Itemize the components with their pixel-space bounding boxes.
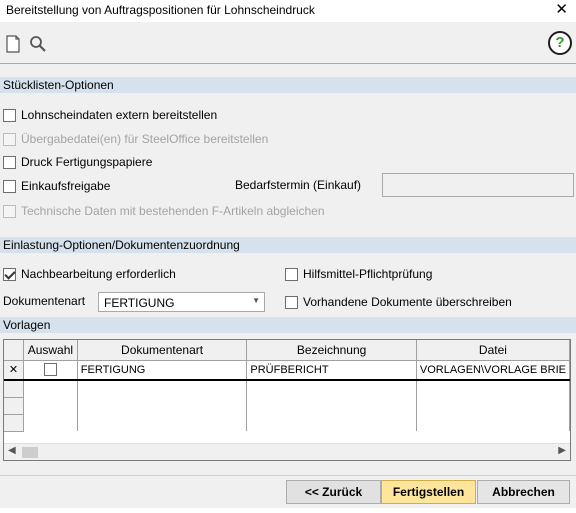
auswahl-cell[interactable] xyxy=(23,359,78,381)
checkbox xyxy=(3,204,16,218)
option-technische-daten: Technische Daten mit bestehenden F-Artik… xyxy=(3,203,325,219)
section-header-stueckliste: Stücklisten-Optionen xyxy=(0,77,576,93)
checkbox xyxy=(3,132,16,146)
checkbox[interactable] xyxy=(285,295,298,309)
row-header xyxy=(4,397,24,415)
row-header xyxy=(4,380,24,398)
window-title: Bereitstellung von Auftragspositionen fü… xyxy=(6,3,315,17)
column-header-dokumentenart[interactable]: Dokumentenart xyxy=(77,340,248,361)
title-bar: Bereitstellung von Auftragspositionen fü… xyxy=(0,0,576,22)
horizontal-scrollbar[interactable]: ◀ ▶ xyxy=(4,443,570,460)
option-label: Technische Daten mit bestehenden F-Artik… xyxy=(21,204,325,218)
bedarfstermin-label: Bedarfstermin (Einkauf) xyxy=(235,178,362,192)
checkbox[interactable] xyxy=(285,267,298,281)
vorlagen-grid[interactable]: Auswahl Dokumentenart Bezeichnung Datei … xyxy=(3,339,571,461)
option-label: Nachbearbeitung erforderlich xyxy=(21,267,176,281)
option-label: Hilfsmittel-Pflichtprüfung xyxy=(303,267,433,281)
option-uebergabedatei: Übergabedatei(en) für SteelOffice bereit… xyxy=(3,131,268,147)
chevron-down-icon[interactable]: ▼ xyxy=(252,296,260,305)
empty-row xyxy=(4,414,570,432)
close-icon[interactable]: ✕ xyxy=(555,0,568,20)
row-header xyxy=(4,414,24,432)
grid-header-row: Auswahl Dokumentenart Bezeichnung Datei xyxy=(4,340,570,361)
footer-divider xyxy=(0,475,576,476)
checkbox[interactable] xyxy=(43,363,57,377)
option-druck-fertigungspapiere[interactable]: Druck Fertigungspapiere xyxy=(3,154,152,170)
back-button[interactable]: << Zurück xyxy=(286,480,381,504)
search-icon[interactable] xyxy=(29,35,47,53)
option-label: Übergabedatei(en) für SteelOffice bereit… xyxy=(21,132,269,146)
checkbox[interactable] xyxy=(3,155,16,169)
help-icon[interactable]: ? xyxy=(548,31,572,55)
option-label: Vorhandene Dokumente überschreiben xyxy=(303,295,512,309)
bedarfstermin-field xyxy=(382,173,574,197)
column-header-bezeichnung[interactable]: Bezeichnung xyxy=(246,340,417,361)
checkbox[interactable] xyxy=(3,108,16,122)
bottom-strip xyxy=(0,508,576,513)
section-header-vorlagen: Vorlagen xyxy=(0,317,576,333)
option-ueberschreiben[interactable]: Vorhandene Dokumente überschreiben xyxy=(285,294,512,310)
dokumentenart-label: Dokumentenart xyxy=(3,294,86,308)
checkbox[interactable] xyxy=(3,179,16,193)
column-header-auswahl[interactable]: Auswahl xyxy=(23,340,78,361)
row-header-corner xyxy=(4,340,24,361)
checkbox-checked[interactable] xyxy=(3,267,16,281)
new-document-icon[interactable] xyxy=(5,35,23,53)
dropdown-value: FERTIGUNG xyxy=(104,296,175,310)
row-marker-icon[interactable]: ✕ xyxy=(4,359,24,381)
cancel-button[interactable]: Abbrechen xyxy=(477,480,570,504)
option-label: Druck Fertigungspapiere xyxy=(21,155,153,169)
toolbar xyxy=(0,22,576,64)
bezeichnung-cell[interactable]: PRÜFBERICHT xyxy=(246,359,417,381)
empty-row xyxy=(4,397,570,415)
scroll-thumb[interactable] xyxy=(22,447,38,458)
option-einkaufsfreigabe[interactable]: Einkaufsfreigabe xyxy=(3,178,110,194)
option-label: Lohnscheindaten extern bereitstellen xyxy=(21,108,218,122)
option-nachbearbeitung[interactable]: Nachbearbeitung erforderlich xyxy=(3,266,176,282)
empty-row xyxy=(4,380,570,398)
option-lohnscheindaten[interactable]: Lohnscheindaten extern bereitstellen xyxy=(3,107,217,123)
table-row[interactable]: ✕ FERTIGUNG PRÜFBERICHT VORLAGEN\VORLAGE… xyxy=(4,359,570,381)
option-hilfsmittel[interactable]: Hilfsmittel-Pflichtprüfung xyxy=(285,266,432,282)
option-label: Einkaufsfreigabe xyxy=(21,179,111,193)
datei-cell[interactable]: VORLAGEN\VORLAGE BRIE xyxy=(416,359,570,381)
scroll-left-icon[interactable]: ◀ xyxy=(8,445,16,456)
finish-button[interactable]: Fertigstellen xyxy=(381,480,476,504)
column-header-datei[interactable]: Datei xyxy=(416,340,570,361)
section-header-einlastung: Einlastung-Optionen/Dokumentenzuordnung xyxy=(0,237,576,253)
dokumentenart-cell[interactable]: FERTIGUNG xyxy=(77,359,248,381)
scroll-right-icon[interactable]: ▶ xyxy=(558,445,566,456)
dokumentenart-dropdown[interactable]: FERTIGUNG ▼ xyxy=(98,292,265,312)
